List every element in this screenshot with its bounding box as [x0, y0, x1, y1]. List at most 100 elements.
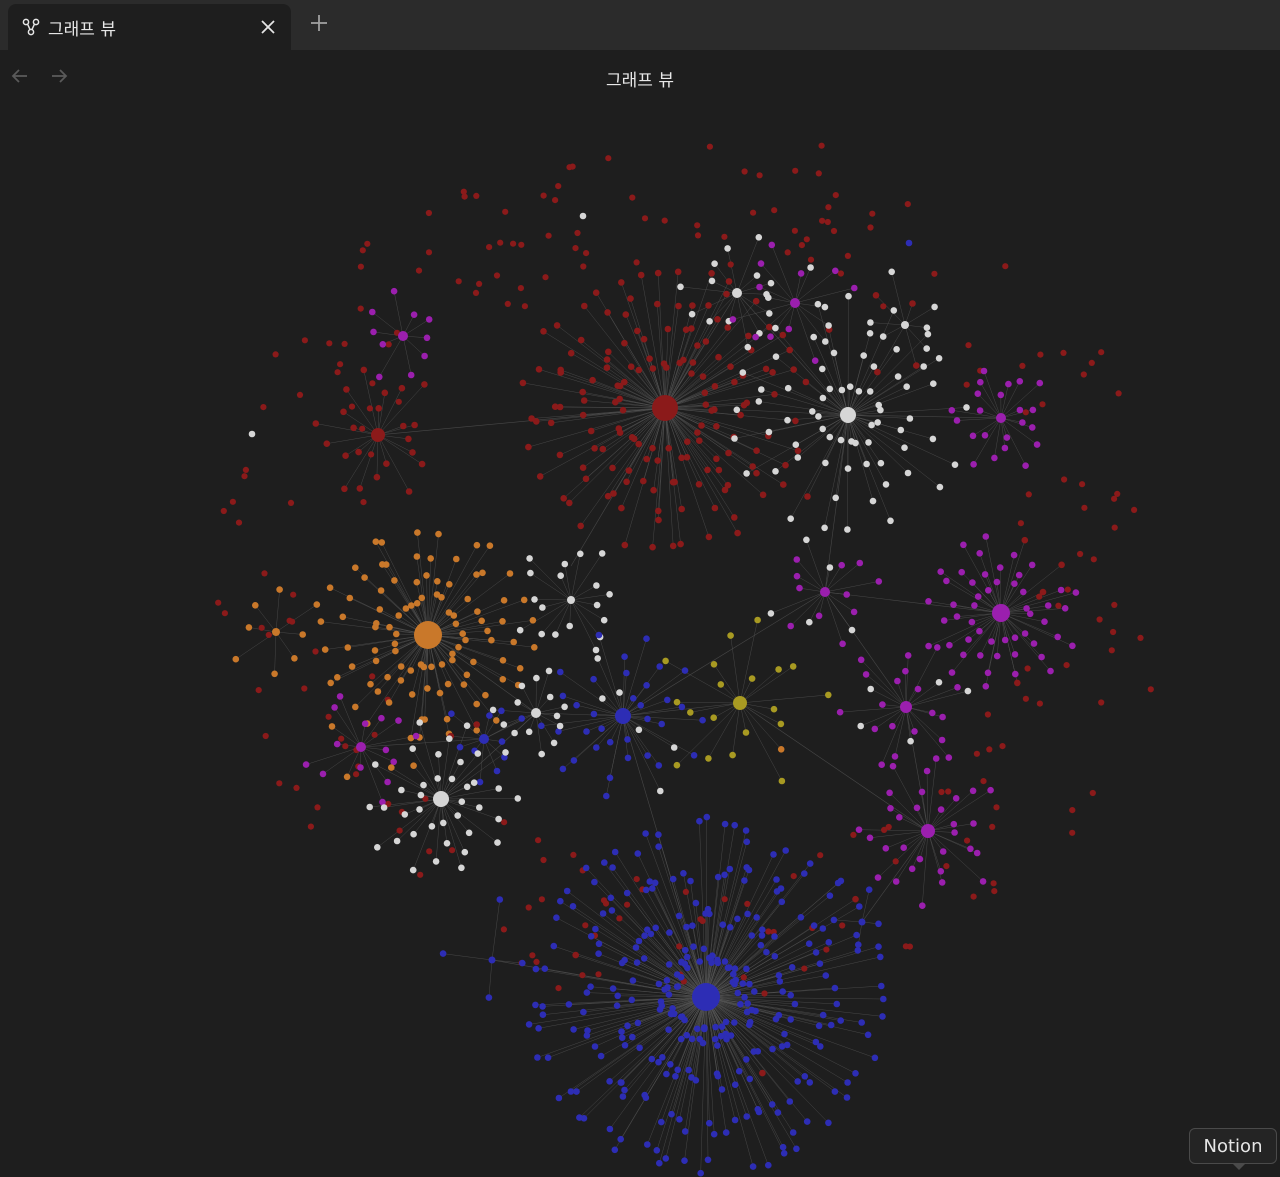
orphan-node[interactable] [425, 249, 433, 256]
graph-node[interactable] [395, 612, 403, 619]
graph-node[interactable] [806, 1079, 814, 1086]
graph-node[interactable] [857, 656, 865, 664]
graph-node[interactable] [409, 745, 417, 752]
graph-node[interactable] [655, 980, 663, 988]
graph-node[interactable] [924, 330, 932, 338]
graph-node[interactable] [621, 541, 629, 549]
graph-node[interactable] [1005, 380, 1012, 388]
graph-node[interactable] [1011, 580, 1018, 587]
graph-hub-node[interactable] [820, 587, 830, 597]
graph-node[interactable] [868, 421, 875, 429]
graph-node[interactable] [616, 689, 623, 696]
graph-node[interactable] [703, 813, 711, 821]
graph-node[interactable] [559, 765, 567, 773]
graph-node[interactable] [341, 485, 348, 493]
orphan-node[interactable] [501, 819, 508, 826]
graph-node[interactable] [981, 432, 989, 439]
graph-node[interactable] [771, 953, 779, 960]
graph-node[interactable] [369, 308, 376, 316]
graph-node[interactable] [702, 401, 710, 409]
graph-node[interactable] [694, 429, 701, 436]
graph-node[interactable] [787, 991, 794, 999]
graph-node[interactable] [644, 752, 651, 759]
graph-node[interactable] [1021, 630, 1029, 637]
graph-node[interactable] [865, 439, 872, 446]
graph-node[interactable] [953, 417, 961, 424]
orphan-node[interactable] [533, 958, 540, 966]
graph-node[interactable] [729, 316, 737, 323]
orphan-node[interactable] [880, 303, 887, 310]
graph-node[interactable] [495, 785, 503, 792]
graph-hub-node[interactable] [433, 791, 449, 807]
orphan-node[interactable] [1017, 520, 1024, 527]
graph-node[interactable] [848, 626, 856, 634]
graph-node[interactable] [323, 440, 331, 448]
graph-node[interactable] [618, 1028, 625, 1035]
orphan-node[interactable] [417, 871, 424, 878]
graph-node[interactable] [532, 965, 540, 973]
graph-node[interactable] [860, 352, 867, 359]
graph-node[interactable] [328, 723, 336, 730]
graph-node[interactable] [538, 722, 545, 730]
graph-node[interactable] [948, 407, 956, 414]
graph-node[interactable] [566, 622, 573, 630]
graph-node[interactable] [705, 302, 712, 309]
graph-node[interactable] [533, 674, 540, 682]
graph-node[interactable] [801, 870, 808, 877]
graph-node[interactable] [793, 1145, 800, 1153]
graph-node[interactable] [744, 910, 751, 918]
graph-node[interactable] [529, 617, 537, 624]
orphan-node[interactable] [721, 233, 728, 240]
graph-node[interactable] [683, 1031, 691, 1039]
graph-node[interactable] [593, 582, 600, 589]
graph-node[interactable] [373, 473, 381, 481]
graph-node[interactable] [918, 788, 926, 796]
graph-node[interactable] [386, 623, 393, 631]
graph-node[interactable] [704, 466, 711, 474]
graph-node[interactable] [463, 722, 471, 729]
graph-node[interactable] [1011, 634, 1019, 641]
graph-node[interactable] [673, 761, 681, 769]
graph-node[interactable] [780, 481, 787, 488]
graph-hub-node[interactable] [371, 428, 385, 442]
graph-node[interactable] [965, 636, 972, 643]
graph-node[interactable] [374, 688, 382, 695]
graph-node[interactable] [877, 459, 885, 467]
graph-node[interactable] [393, 837, 401, 845]
graph-node[interactable] [385, 699, 393, 706]
graph-node[interactable] [715, 466, 723, 474]
graph-node[interactable] [819, 925, 827, 932]
graph-node[interactable] [737, 411, 744, 419]
graph-hub-node[interactable] [356, 742, 366, 752]
graph-node[interactable] [687, 709, 694, 716]
graph-node[interactable] [669, 478, 677, 486]
graph-node[interactable] [974, 593, 982, 600]
orphan-node[interactable] [837, 270, 845, 277]
graph-node[interactable] [621, 1042, 629, 1049]
graph-node[interactable] [621, 956, 628, 964]
graph-node[interactable] [397, 677, 405, 684]
orphan-node[interactable] [215, 599, 222, 606]
graph-node[interactable] [397, 663, 405, 670]
graph-node[interactable] [376, 373, 383, 381]
graph-node[interactable] [867, 685, 874, 693]
orphan-node[interactable] [371, 731, 378, 738]
orphan-node[interactable] [1110, 628, 1117, 636]
graph-node[interactable] [388, 764, 395, 771]
graph-node[interactable] [473, 571, 480, 578]
graph-node[interactable] [771, 391, 778, 398]
graph-node[interactable] [831, 1088, 839, 1095]
graph-node[interactable] [676, 359, 683, 367]
graph-node[interactable] [857, 722, 864, 730]
graph-node[interactable] [577, 550, 584, 558]
orphan-node[interactable] [1108, 647, 1115, 654]
orphan-node[interactable] [359, 247, 366, 254]
graph-node[interactable] [696, 817, 703, 825]
graph-node[interactable] [779, 988, 786, 995]
orphan-node[interactable] [790, 873, 797, 880]
graph-node[interactable] [784, 416, 791, 424]
graph-node[interactable] [395, 717, 402, 724]
orphan-node[interactable] [395, 398, 402, 405]
graph-node[interactable] [525, 1021, 533, 1028]
graph-node[interactable] [864, 1031, 872, 1039]
